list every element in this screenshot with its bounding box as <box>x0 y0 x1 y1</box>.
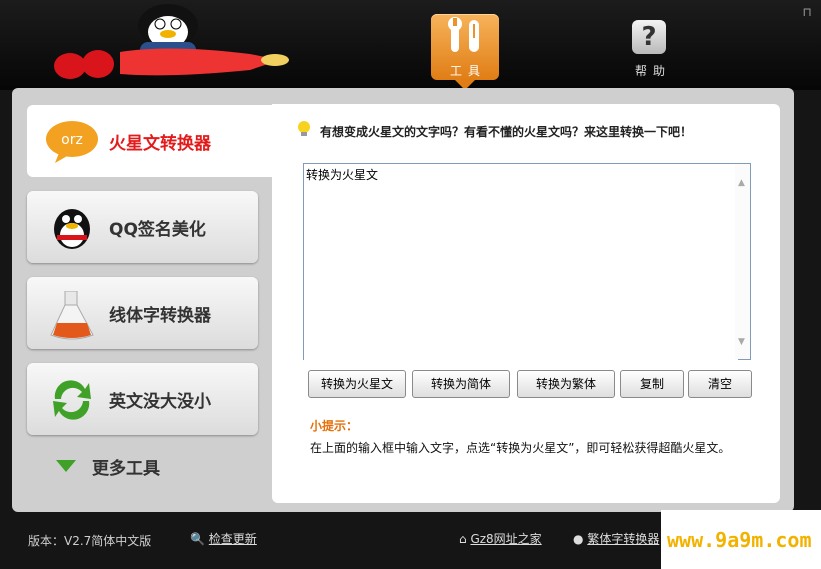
text-input[interactable] <box>304 164 738 361</box>
help-button[interactable]: ? 帮助 <box>628 20 672 80</box>
sidebar-item-line-font[interactable]: 线体字转换器 <box>27 277 258 349</box>
help-icon: ? <box>632 20 666 54</box>
traditional-converter-link[interactable]: ● 繁体字转换器 <box>573 530 659 547</box>
check-update-label: 检查更新 <box>208 532 257 546</box>
version-label: 版本：V2.7简体中文版 <box>28 534 152 548</box>
more-tools-link[interactable]: 更多工具 <box>56 452 206 480</box>
tools-icon <box>448 17 479 52</box>
vertical-scrollbar[interactable]: ▲ ▼ <box>735 164 750 359</box>
flask-icon <box>45 290 99 340</box>
scroll-down-icon[interactable]: ▼ <box>738 337 745 347</box>
sidebar-item-label: 火星文转换器 <box>109 134 211 154</box>
gz8-link[interactable]: ⌂ Gz8网址之家 <box>459 530 542 547</box>
app-logo <box>50 4 290 84</box>
watermark: www.9a9m.com <box>661 510 821 569</box>
sidebar-item-qq-signature[interactable]: QQ签名美化 <box>27 191 258 263</box>
hint-text: 有想变成火星文的文字吗？有看不懂的火星文吗？来这里转换一下吧！ <box>320 125 693 139</box>
scroll-up-icon[interactable]: ▲ <box>738 178 745 188</box>
copy-button[interactable]: 复制 <box>620 370 684 398</box>
home-icon: ⌂ <box>459 532 467 546</box>
tab-tools[interactable]: 工具 <box>431 14 499 90</box>
sidebar-item-label: 线体字转换器 <box>109 306 211 326</box>
convert-to-mars-button[interactable]: 转换为火星文 <box>308 370 406 398</box>
svg-text:orz: orz <box>61 132 83 148</box>
magnifier-icon: 🔍 <box>190 532 205 546</box>
users-icon: ● <box>573 532 584 546</box>
qq-penguin-icon <box>45 205 99 251</box>
convert-to-traditional-button[interactable]: 转换为繁体 <box>517 370 615 398</box>
content-frame: orz 火星文转换器 QQ签名美化 线体字转换器 英文没大没小 更多工具 有想变… <box>12 88 794 512</box>
traditional-converter-label: 繁体字转换器 <box>587 532 660 546</box>
sidebar-item-mars-converter[interactable]: orz 火星文转换器 <box>27 105 272 177</box>
tip-title: 小提示： <box>310 419 359 433</box>
orz-bubble-icon: orz <box>45 119 99 165</box>
refresh-arrows-icon <box>45 377 99 423</box>
text-input-area[interactable]: ▲ ▼ <box>303 163 751 361</box>
tab-tools-label: 工具 <box>449 64 486 78</box>
chevron-down-icon <box>56 460 76 472</box>
sidebar-item-english-case[interactable]: 英文没大没小 <box>27 363 258 435</box>
close-icon[interactable]: ⊓ <box>801 6 813 18</box>
tip-text: 在上面的输入框中输入文字，点选“转换为火星文”，即可轻松获得超酷火星文。 <box>310 441 731 455</box>
help-label: 帮助 <box>634 64 671 78</box>
watermark-text: www.9a9m.com <box>667 528 812 552</box>
sidebar-item-label: QQ签名美化 <box>109 220 206 240</box>
more-tools-label: 更多工具 <box>92 459 160 479</box>
main-panel: 有想变成火星文的文字吗？有看不懂的火星文吗？来这里转换一下吧！ ▲ ▼ 转换为火… <box>272 104 780 503</box>
check-update-link[interactable]: 🔍 检查更新 <box>190 530 257 547</box>
clear-button[interactable]: 清空 <box>688 370 752 398</box>
lightbulb-icon <box>297 120 311 142</box>
sidebar-item-label: 英文没大没小 <box>109 392 211 412</box>
title-bar: 工具 ? 帮助 ⊓ <box>0 0 821 90</box>
convert-to-simplified-button[interactable]: 转换为简体 <box>412 370 510 398</box>
gz8-label: Gz8网址之家 <box>470 532 542 546</box>
